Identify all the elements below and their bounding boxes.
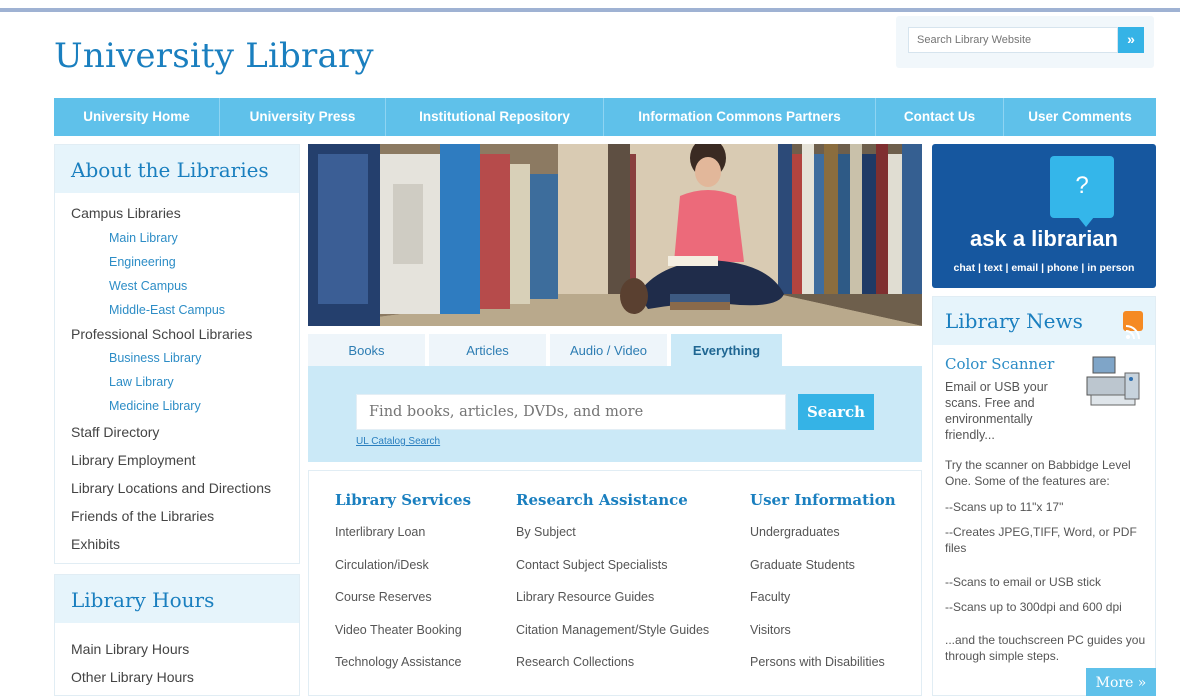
tab-audio-video[interactable]: Audio / Video [550,334,667,368]
scanner-feature: --Scans to email or USB stick [945,575,1102,589]
about-libraries-list: Campus Libraries Main Library Engineerin… [55,193,299,558]
tab-articles[interactable]: Articles [429,334,546,368]
user-information-column: User Information Undergraduates Graduate… [750,491,896,684]
search-tabs: Books Articles Audio / Video Everything [308,334,922,368]
nav-university-press[interactable]: University Press [220,98,386,136]
by-subject-link[interactable]: By Subject [516,521,709,554]
circulation-idesk-link[interactable]: Circulation/iDesk [335,554,471,587]
tab-everything[interactable]: Everything [671,334,782,368]
catalog-search-box: Search UL Catalog Search [308,366,922,462]
rss-feed-icon[interactable] [1123,311,1143,340]
video-theater-booking-link[interactable]: Video Theater Booking [335,619,471,652]
library-hours-list: Main Library Hours Other Library Hours [55,623,299,691]
library-news-body: Color Scanner Email or USB your scans. F… [933,345,1155,664]
quick-links-panel: Library Services Interlibrary Loan Circu… [308,470,922,696]
user-information-heading: User Information [750,491,896,509]
business-library-link[interactable]: Business Library [71,346,299,370]
main-library-link[interactable]: Main Library [71,226,299,250]
campus-libraries-link[interactable]: Campus Libraries [71,201,299,226]
faculty-link[interactable]: Faculty [750,586,896,619]
question-bubble-icon: ? [1050,156,1114,218]
visitors-link[interactable]: Visitors [750,619,896,652]
about-libraries-panel: About the Libraries Campus Libraries Mai… [54,144,300,564]
friends-of-libraries-link[interactable]: Friends of the Libraries [71,502,299,530]
hero-image [308,144,922,326]
tab-books[interactable]: Books [308,334,425,368]
exhibits-link[interactable]: Exhibits [71,530,299,558]
research-assistance-column: Research Assistance By Subject Contact S… [516,491,709,684]
citation-management-link[interactable]: Citation Management/Style Guides [516,619,709,652]
scanner-closing-text: ...and the touchscreen PC guides you thr… [945,633,1146,663]
nav-information-commons-partners[interactable]: Information Commons Partners [604,98,876,136]
undergraduates-link[interactable]: Undergraduates [750,521,896,554]
interlibrary-loan-link[interactable]: Interlibrary Loan [335,521,471,554]
engineering-link[interactable]: Engineering [71,250,299,274]
library-resource-guides-link[interactable]: Library Resource Guides [516,586,709,619]
middle-east-campus-link[interactable]: Middle-East Campus [71,298,299,322]
course-reserves-link[interactable]: Course Reserves [335,586,471,619]
news-more-button[interactable]: More » [1086,668,1156,696]
scanner-intro-text: Email or USB your scans. Free and enviro… [945,380,1048,442]
catalog-search-button[interactable]: Search [798,394,874,430]
library-employment-link[interactable]: Library Employment [71,446,299,474]
scanner-feature: --Scans up to 11"x 17" [945,500,1064,514]
scanner-icon [1085,355,1141,413]
library-services-column: Library Services Interlibrary Loan Circu… [335,491,471,684]
nav-contact-us[interactable]: Contact Us [876,98,1004,136]
research-assistance-heading: Research Assistance [516,491,688,509]
site-search-input[interactable] [908,27,1118,53]
scanner-feature: --Creates JPEG,TIFF, Word, or PDF files [945,525,1137,555]
medicine-library-link[interactable]: Medicine Library [71,394,299,418]
ask-a-librarian-banner[interactable]: ? ask a librarian chat | text | email | … [932,144,1156,288]
library-news-title: Library News [945,309,1083,333]
ul-catalog-search-link[interactable]: UL Catalog Search [356,436,440,447]
nav-university-home[interactable]: University Home [54,98,220,136]
persons-with-disabilities-link[interactable]: Persons with Disabilities [750,651,896,684]
scanner-feature-list: --Scans up to 11"x 17" --Creates JPEG,TI… [945,499,1155,624]
ask-a-librarian-title: ask a librarian [970,226,1118,251]
about-libraries-heading: About the Libraries [55,145,299,193]
scanner-paragraph: Try the scanner on Babbidge Level One. S… [945,458,1131,488]
ask-a-librarian-channels: chat | text | email | phone | in person [953,262,1135,274]
site-search-go-button[interactable]: » [1118,27,1144,53]
main-nav: University Home University Press Institu… [54,98,1156,136]
staff-directory-link[interactable]: Staff Directory [71,418,299,446]
library-locations-link[interactable]: Library Locations and Directions [71,474,299,502]
site-search: » [896,16,1154,68]
library-news-panel: Library News Color Scanner Email or USB … [932,296,1156,696]
library-news-heading: Library News [933,297,1155,345]
professional-school-libraries-link[interactable]: Professional School Libraries [71,322,299,347]
library-hours-panel: Library Hours Main Library Hours Other L… [54,574,300,696]
other-library-hours-link[interactable]: Other Library Hours [71,663,299,691]
law-library-link[interactable]: Law Library [71,370,299,394]
library-services-heading: Library Services [335,491,472,509]
catalog-search-input[interactable] [356,394,786,430]
research-collections-link[interactable]: Research Collections [516,651,709,684]
site-title[interactable]: University Library [54,36,374,76]
contact-subject-specialists-link[interactable]: Contact Subject Specialists [516,554,709,587]
graduate-students-link[interactable]: Graduate Students [750,554,896,587]
west-campus-link[interactable]: West Campus [71,274,299,298]
scanner-feature: --Scans up to 300dpi and 600 dpi [945,600,1122,614]
top-rule [0,8,1180,12]
nav-user-comments[interactable]: User Comments [1004,98,1156,136]
main-library-hours-link[interactable]: Main Library Hours [71,635,299,663]
technology-assistance-link[interactable]: Technology Assistance [335,651,471,684]
nav-institutional-repository[interactable]: Institutional Repository [386,98,604,136]
library-hours-heading: Library Hours [55,575,299,623]
